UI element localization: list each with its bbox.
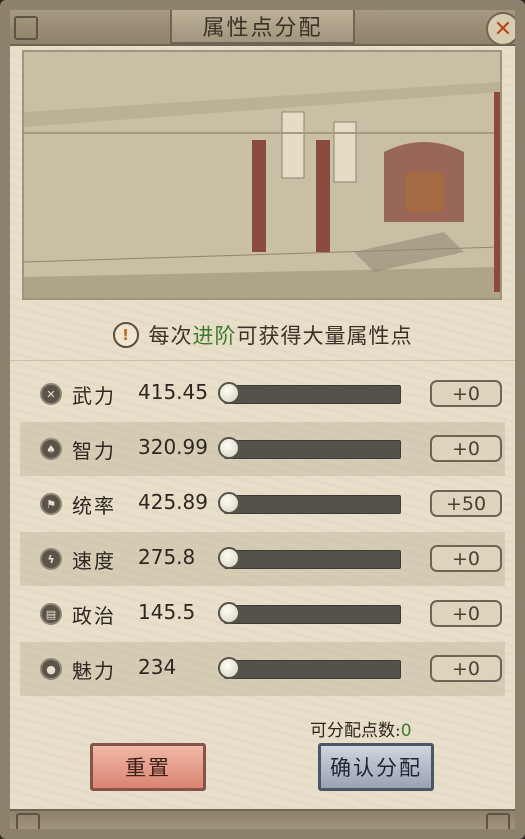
slider-knob[interactable]: [218, 657, 240, 679]
window-title: 属性点分配: [202, 16, 323, 41]
corner-ornament-left: [14, 16, 38, 40]
lightning-icon: ϟ: [40, 548, 62, 570]
stat-slider[interactable]: [224, 385, 401, 404]
title-plate: 属性点分配: [170, 10, 355, 44]
hint-prefix: 每次: [148, 324, 193, 348]
title-bar: 属性点分配 ✕: [10, 10, 515, 46]
stat-slider[interactable]: [224, 440, 401, 459]
stat-row-intelligence: ♠ 智力 320.99 +0: [20, 422, 505, 476]
stat-slider[interactable]: [224, 605, 401, 624]
palace-hall-illustration-icon: [24, 52, 500, 298]
stat-value: 320.99: [138, 435, 208, 459]
stat-slider[interactable]: [224, 495, 401, 514]
stat-name: 魅力: [72, 659, 116, 683]
stat-slider[interactable]: [224, 550, 401, 569]
remaining-label: 可分配点数:: [310, 721, 401, 741]
stat-value: 425.89: [138, 490, 208, 514]
stat-row-speed: ϟ 速度 275.8 +0: [20, 532, 505, 586]
confirm-allocation-button[interactable]: 确认分配: [318, 743, 434, 791]
hint-suffix: 可获得大量属性点: [236, 324, 413, 348]
stat-row-command: ⚑ 统率 425.89 +50: [20, 477, 505, 531]
stat-name: 统率: [72, 494, 116, 518]
palace-hall-illustration: [22, 50, 502, 300]
stat-value: 415.45: [138, 380, 208, 404]
advance-hint: ! 每次进阶可获得大量属性点: [10, 310, 515, 361]
bottom-ornament-bar: [10, 809, 515, 829]
stat-row-politics: ▤ 政治 145.5 +0: [20, 587, 505, 641]
stat-name: 武力: [72, 384, 116, 408]
corner-ornament-bottom-left: [16, 813, 40, 829]
crossed-swords-icon: ✕: [40, 383, 62, 405]
remaining-value: 0: [400, 721, 412, 741]
slider-knob[interactable]: [218, 547, 240, 569]
exclamation-icon: !: [112, 322, 139, 348]
corner-ornament-bottom-right: [486, 813, 510, 829]
stat-name: 政治: [72, 604, 116, 628]
flame-icon: ♠: [40, 438, 62, 460]
slider-knob[interactable]: [218, 602, 240, 624]
stat-name: 速度: [72, 549, 116, 573]
close-x-icon: ✕: [493, 16, 513, 42]
close-button[interactable]: ✕: [486, 12, 515, 46]
stat-name: 智力: [72, 439, 116, 463]
stat-add-button[interactable]: +0: [430, 655, 502, 682]
hint-highlight: 进阶: [192, 324, 237, 348]
stat-add-button[interactable]: +50: [430, 490, 502, 517]
stat-slider[interactable]: [224, 660, 401, 679]
stat-value: 275.8: [138, 545, 196, 569]
person-icon: ●: [40, 658, 62, 680]
stat-add-button[interactable]: +0: [430, 435, 502, 462]
slider-knob[interactable]: [218, 382, 240, 404]
reset-button[interactable]: 重置: [90, 743, 206, 791]
stat-add-button[interactable]: +0: [430, 600, 502, 627]
remaining-points: 可分配点数:0: [310, 716, 412, 741]
stat-row-force: ✕ 武力 415.45 +0: [20, 367, 505, 421]
scroll-icon: ▤: [40, 603, 62, 625]
slider-knob[interactable]: [218, 437, 240, 459]
banner-icon: ⚑: [40, 493, 62, 515]
stat-row-charm: ● 魅力 234 +0: [20, 642, 505, 696]
stat-value: 145.5: [138, 600, 196, 624]
hint-text: 每次进阶可获得大量属性点: [149, 320, 413, 350]
stat-add-button[interactable]: +0: [430, 545, 502, 572]
stat-value: 234: [138, 655, 177, 679]
attribute-panel: 属性点分配 ✕ ! 每次进阶可获得大量属性点 ✕ 武力 415.45 +0 ♠ …: [0, 0, 525, 839]
stat-add-button[interactable]: +0: [430, 380, 502, 407]
slider-knob[interactable]: [218, 492, 240, 514]
